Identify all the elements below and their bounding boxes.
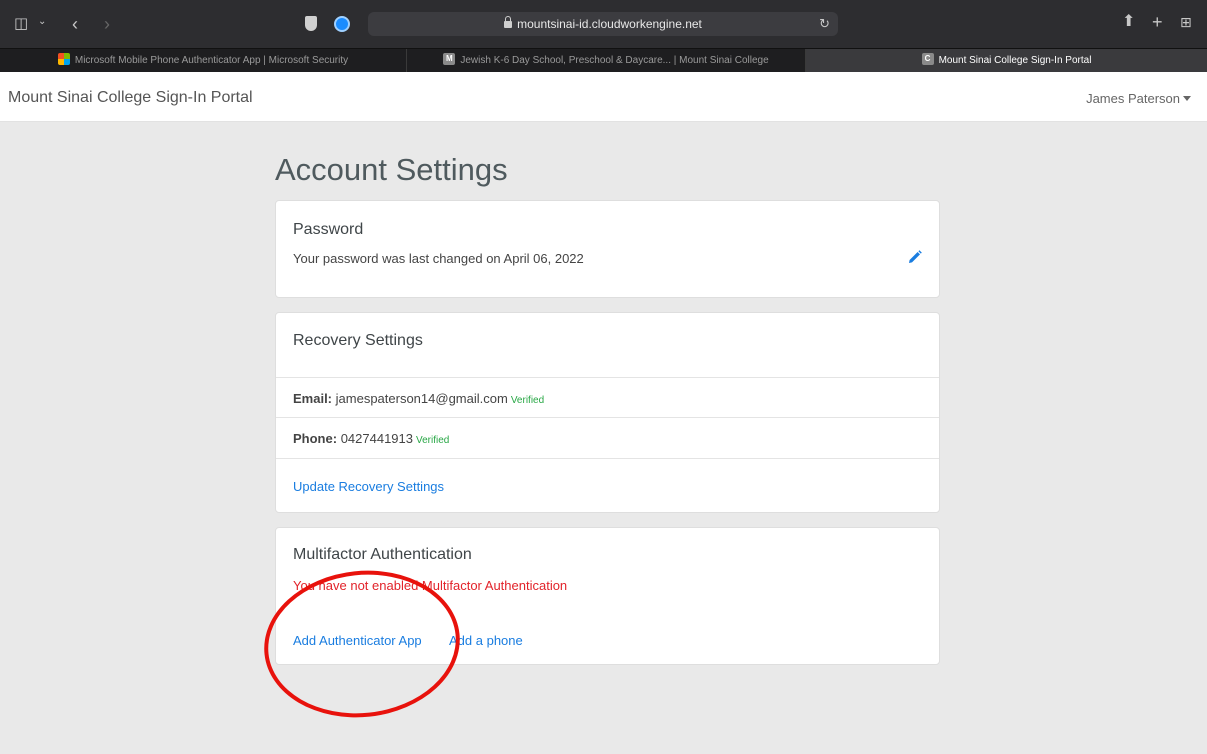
- tab-bar: Microsoft Mobile Phone Authenticator App…: [0, 48, 1207, 73]
- add-authenticator-app-link[interactable]: Add Authenticator App: [293, 633, 422, 648]
- password-card: Password Your password was last changed …: [275, 200, 940, 298]
- tab-label: Jewish K-6 Day School, Preschool & Dayca…: [460, 55, 769, 66]
- tab-label: Mount Sinai College Sign-In Portal: [938, 55, 1092, 66]
- mfa-card: Multifactor Authentication You have not …: [275, 527, 940, 665]
- mfa-warning: You have not enabled Multifactor Authent…: [293, 578, 568, 593]
- site-brand[interactable]: Mount Sinai College Sign-In Portal: [8, 89, 253, 107]
- privacy-shield-icon[interactable]: [305, 16, 317, 31]
- address-text: mountsinai-id.cloudworkengine.net: [368, 12, 838, 36]
- sidebar-toggle-icon[interactable]: ◫: [14, 16, 28, 31]
- tab-sign-in-portal[interactable]: C Mount Sinai College Sign-In Portal: [806, 49, 1207, 73]
- update-recovery-settings-link[interactable]: Update Recovery Settings: [293, 479, 444, 494]
- share-icon[interactable]: ⬆: [1122, 14, 1135, 30]
- url-label: mountsinai-id.cloudworkengine.net: [517, 17, 702, 31]
- user-menu[interactable]: James Paterson: [1086, 91, 1191, 106]
- favicon-m-icon: M: [443, 53, 456, 66]
- chevron-down-icon[interactable]: ⌄: [38, 17, 46, 27]
- user-name: James Paterson: [1086, 91, 1180, 106]
- edit-pencil-icon[interactable]: [908, 250, 922, 264]
- tab-microsoft[interactable]: Microsoft Mobile Phone Authenticator App…: [0, 49, 407, 73]
- phone-value: 0427441913: [340, 431, 413, 446]
- address-bar[interactable]: mountsinai-id.cloudworkengine.net ↻: [368, 12, 838, 36]
- reload-icon[interactable]: ↻: [819, 12, 830, 36]
- microsoft-logo-icon: [57, 53, 70, 66]
- recovery-email-row: Email: jamespaterson14@gmail.com Verified: [276, 377, 939, 417]
- tab-mount-sinai-college[interactable]: M Jewish K-6 Day School, Preschool & Dayc…: [407, 49, 806, 73]
- password-last-changed: Your password was last changed on April …: [293, 251, 584, 266]
- mfa-title: Multifactor Authentication: [293, 546, 472, 563]
- caret-down-icon: [1183, 96, 1191, 102]
- recovery-title: Recovery Settings: [293, 332, 423, 349]
- tab-label: Microsoft Mobile Phone Authenticator App…: [74, 55, 349, 66]
- tab-overview-icon[interactable]: ⊞: [1180, 15, 1192, 29]
- email-value: jamespaterson14@gmail.com: [335, 391, 508, 406]
- recovery-email: Email: jamespaterson14@gmail.com Verified: [293, 391, 544, 406]
- favicon-c-icon: C: [921, 53, 934, 66]
- add-phone-link[interactable]: Add a phone: [449, 633, 523, 648]
- recovery-settings-card: Recovery Settings Email: jamespaterson14…: [275, 312, 940, 513]
- recovery-phone: Phone: 0427441913 Verified: [293, 431, 449, 446]
- phone-verified-badge: Verified: [416, 435, 450, 446]
- recovery-phone-row: Phone: 0427441913 Verified: [276, 417, 939, 458]
- password-manager-icon[interactable]: [334, 16, 350, 32]
- site-header: Mount Sinai College Sign-In Portal James…: [0, 72, 1207, 122]
- page-title: Account Settings: [275, 152, 508, 187]
- back-icon[interactable]: ‹: [72, 15, 78, 33]
- lock-icon: [504, 16, 513, 28]
- new-tab-icon[interactable]: +: [1152, 13, 1163, 31]
- email-verified-badge: Verified: [510, 395, 545, 406]
- forward-icon[interactable]: ›: [104, 15, 110, 33]
- browser-toolbar: ◫ ⌄ ‹ › mountsinai-id.cloudworkengine.ne…: [0, 0, 1207, 48]
- password-title: Password: [293, 221, 364, 238]
- recovery-update-row: Update Recovery Settings: [276, 458, 939, 512]
- email-label: Email:: [293, 391, 333, 406]
- phone-label: Phone:: [293, 431, 338, 446]
